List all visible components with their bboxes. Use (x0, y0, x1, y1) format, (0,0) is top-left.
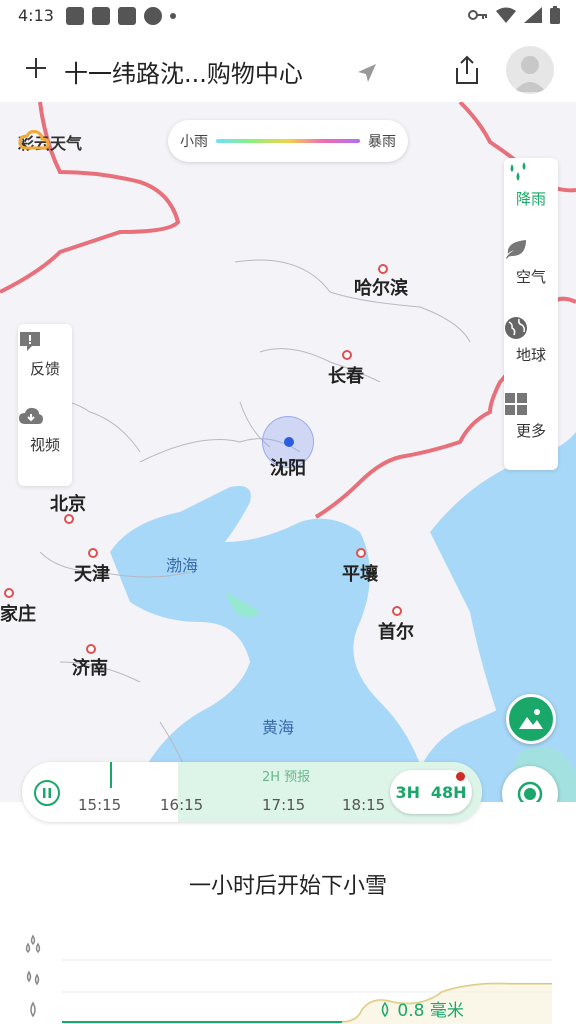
more-dot-icon (170, 13, 176, 19)
edit-icon (92, 7, 110, 25)
city-marker (356, 548, 366, 558)
timeline-cursor[interactable] (110, 762, 112, 788)
new-badge-dot (456, 772, 465, 781)
map-style-button[interactable] (506, 694, 556, 744)
record-icon (517, 781, 543, 802)
feedback-button[interactable]: 反馈 (18, 330, 72, 406)
timeline-tick: 15:15 (78, 796, 122, 814)
key-icon (468, 10, 487, 20)
record-button[interactable] (502, 766, 558, 802)
city-label-shijiazhuang[interactable]: 家庄 (0, 600, 36, 626)
radar-map[interactable]: 彩云天气 小雨 暴雨 反馈 视频 降雨 空气 地球 更多 哈尔滨 长春 沈阳 北… (0, 102, 576, 802)
rain-layer-button[interactable]: 降雨 (504, 160, 558, 236)
video-download-icon (19, 407, 43, 424)
left-panel: 反馈 视频 (18, 324, 72, 486)
legend-gradient (216, 139, 360, 143)
city-marker (4, 588, 14, 598)
current-location-dot (284, 437, 294, 447)
landscape-icon (519, 709, 543, 729)
battery-icon (550, 6, 560, 24)
timeline-tick: 17:15 (262, 796, 306, 814)
globe-label: 地球 (515, 345, 546, 364)
precip-reading: 0.8 毫米 (378, 996, 464, 1021)
drop-icon (381, 1001, 389, 1018)
range-48h[interactable]: 48H (431, 783, 467, 802)
precip-scale (22, 934, 44, 1020)
city-label-changchun[interactable]: 长春 (328, 362, 364, 388)
location-title[interactable]: 十一纬路沈...购物中心 (64, 54, 303, 89)
wifi-icon (496, 7, 516, 23)
grid-icon (505, 393, 527, 415)
pause-icon (43, 788, 51, 798)
precip-reading-value: 0.8 毫米 (397, 1001, 464, 1021)
square-icon (118, 7, 136, 25)
forecast-label: 2H 预报 (262, 770, 311, 785)
forecast-summary: 一小时后开始下小雪 (188, 874, 387, 899)
user-icon (514, 56, 546, 92)
city-label-seoul[interactable]: 首尔 (378, 618, 414, 644)
city-label-shenyang[interactable]: 沈阳 (270, 454, 306, 480)
timeline-tick: 16:15 (160, 796, 204, 814)
feedback-icon (20, 332, 40, 351)
city-marker (86, 644, 96, 654)
sea-label-bohai: 渤海 (166, 556, 199, 575)
city-marker (88, 548, 98, 558)
globe-button[interactable]: 地球 (504, 316, 558, 392)
legend-min-label: 小雨 (180, 134, 208, 150)
image-icon (66, 7, 84, 25)
navigation-arrow-icon[interactable] (356, 62, 378, 84)
system-icons (468, 6, 560, 24)
city-label-tianjin[interactable]: 天津 (74, 560, 110, 586)
video-button[interactable]: 视频 (18, 406, 72, 482)
city-marker (64, 514, 74, 524)
status-time: 4:13 (18, 6, 54, 25)
more-button[interactable]: 更多 (504, 392, 558, 468)
leaf-icon (506, 240, 526, 259)
city-label-pyongyang[interactable]: 平壤 (342, 560, 378, 586)
city-marker (342, 350, 352, 360)
right-panel: 降雨 空气 地球 更多 (504, 158, 558, 470)
shazam-icon (144, 7, 162, 25)
signal-icon (524, 7, 542, 23)
header: 十一纬路沈...购物中心 (0, 34, 576, 104)
city-label-beijing[interactable]: 北京 (50, 490, 86, 516)
range-3h[interactable]: 3H (395, 783, 420, 802)
city-label-jinan[interactable]: 济南 (72, 654, 108, 680)
cloud-logo-icon (18, 130, 50, 150)
sea-label-yellow-sea: 黄海 (262, 718, 295, 737)
medium-drops-icon (26, 970, 40, 986)
video-label: 视频 (29, 435, 60, 454)
rain-icon (510, 162, 526, 181)
add-location-icon[interactable] (24, 56, 48, 80)
precip-chart (62, 959, 552, 1024)
legend-max-label: 暴雨 (368, 134, 396, 150)
notification-icons (66, 7, 176, 25)
avatar[interactable] (506, 46, 554, 94)
feedback-label: 反馈 (29, 359, 60, 378)
pause-button[interactable] (34, 780, 60, 806)
city-marker (378, 264, 388, 274)
city-label-harbin[interactable]: 哈尔滨 (354, 274, 408, 300)
brand-logo: 彩云天气 (18, 130, 82, 154)
timeline-bar[interactable]: 2H 预报 15:15 16:15 17:15 18:15 3H 48H (22, 762, 482, 822)
precip-legend: 小雨 暴雨 (168, 120, 408, 162)
timeline-tick: 18:15 (342, 796, 386, 814)
heavy-drops-icon (25, 934, 41, 954)
share-icon[interactable] (452, 54, 482, 86)
more-label: 更多 (515, 421, 546, 440)
city-marker (392, 606, 402, 616)
forecast-summary-section: 一小时后开始下小雪 0.8 毫米 (0, 826, 576, 1024)
globe-icon (505, 317, 527, 339)
light-drop-icon (30, 1001, 36, 1018)
air-label: 空气 (515, 267, 546, 286)
status-bar: 4:13 (0, 0, 576, 32)
air-layer-button[interactable]: 空气 (504, 238, 558, 314)
rain-label: 降雨 (515, 189, 546, 208)
